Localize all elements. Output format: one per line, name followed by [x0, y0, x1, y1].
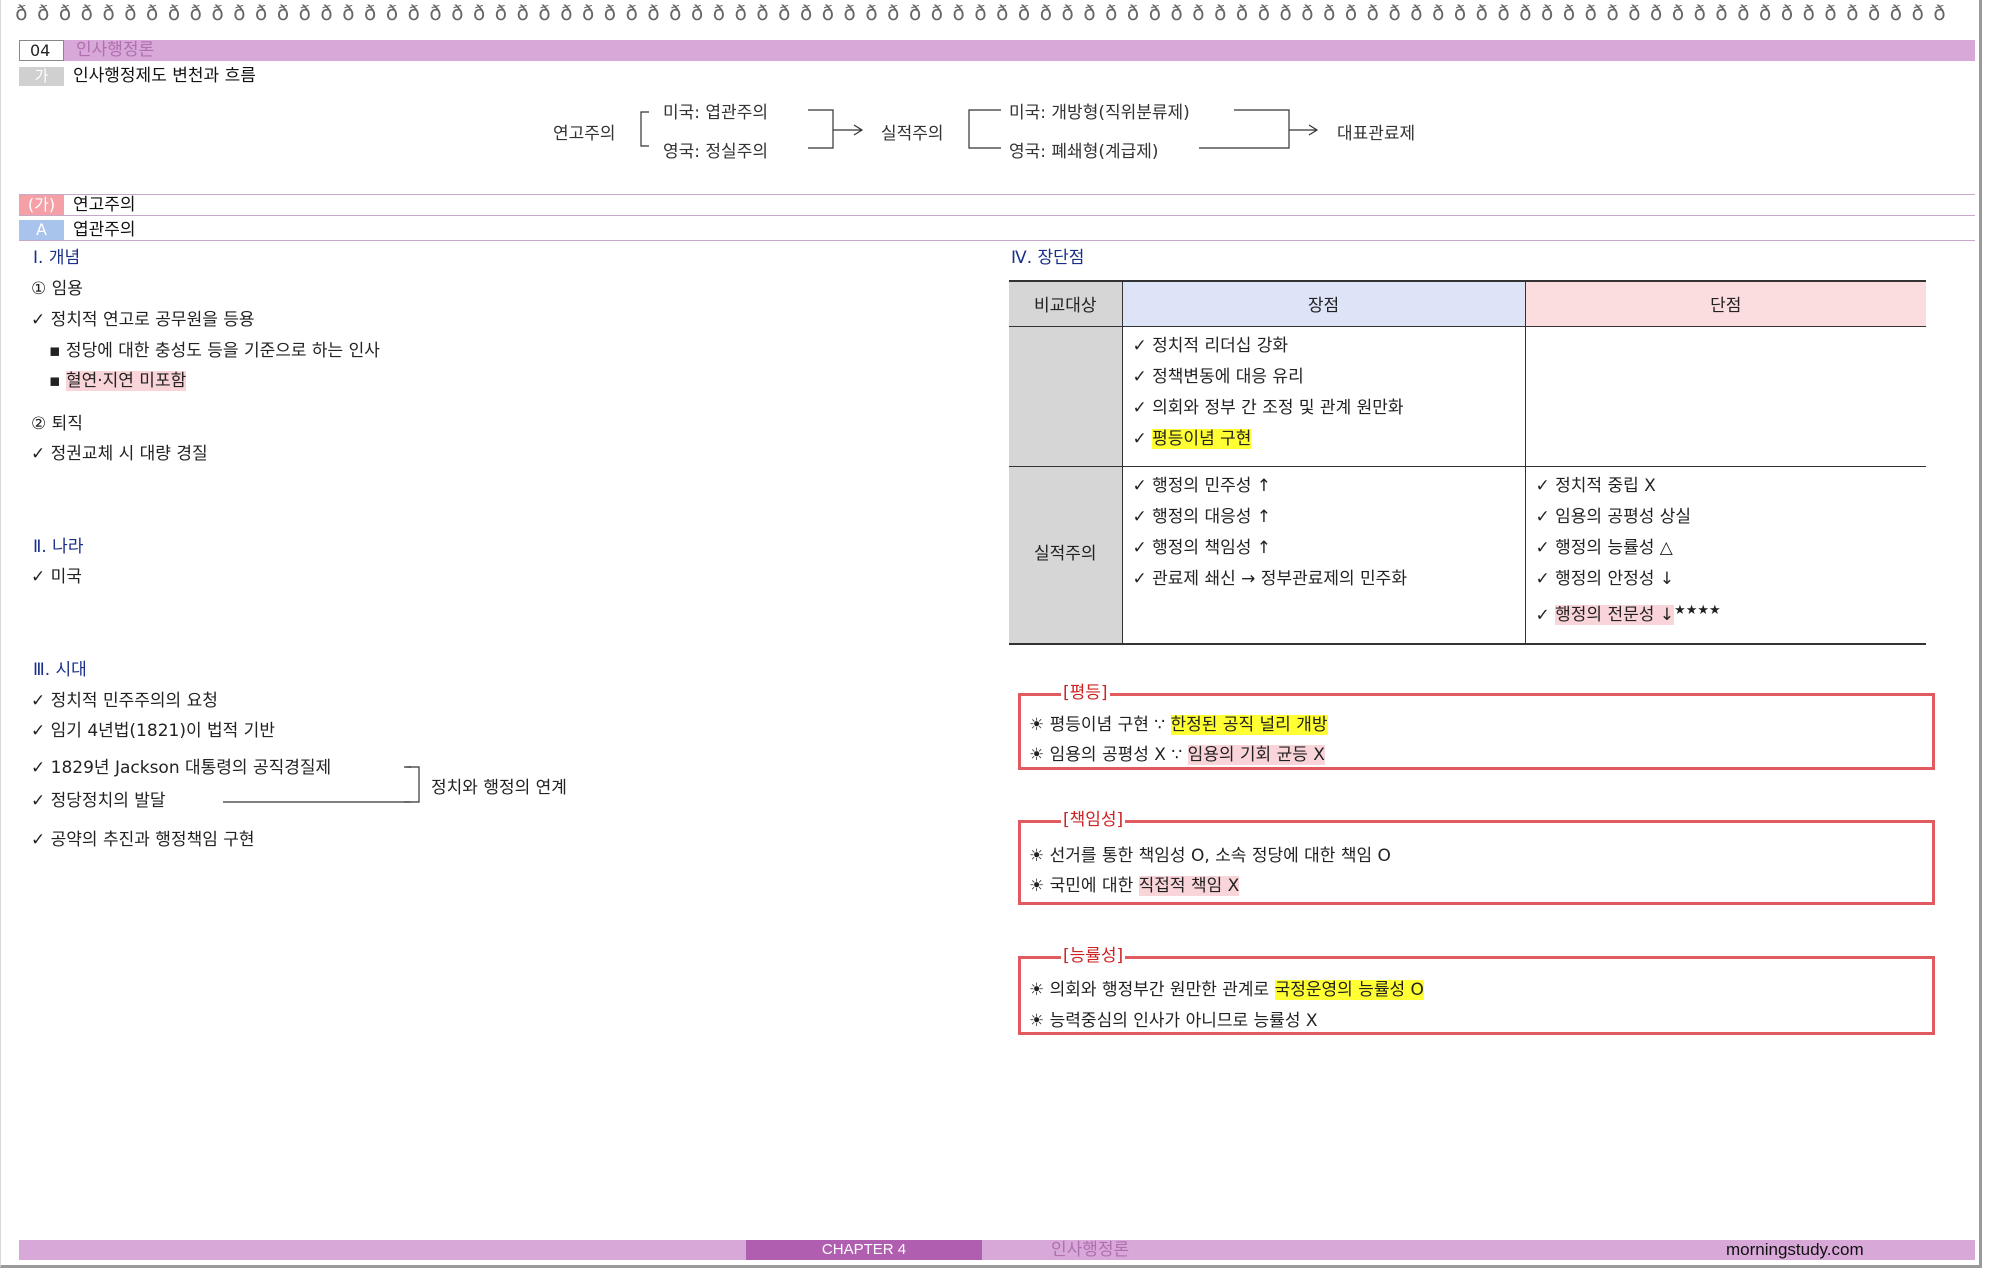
- section-title-ka: 연고주의: [73, 195, 136, 215]
- section-tag-ka: (가): [19, 195, 64, 215]
- list-item: ✓ 행정의 민주성 ↑: [1132, 475, 1272, 496]
- highlighted-text: 혈연·지연 미포함: [65, 371, 187, 391]
- pros-cons-table: 비교대상 장점 단점 ✓ 정치적 리더십 강화 ✓ 정책변동에 대응 유리 ✓ …: [1009, 280, 1926, 645]
- flow-representative: 대표관료제: [1337, 124, 1416, 144]
- table-row: 실적주의 ✓ 행정의 민주성 ↑ ✓ 행정의 대응성 ↑ ✓ 행정의 책임성 ↑…: [1009, 466, 1926, 645]
- note-box-title: [능률성]: [1061, 945, 1126, 967]
- pros-cons-heading: Ⅳ. 장단점: [1011, 248, 1085, 268]
- divider: [19, 194, 1975, 195]
- flow-us-open: 미국: 개방형(직위분류제): [1009, 103, 1190, 123]
- note-text: ☀ 임용의 공평성 X ∵: [1029, 745, 1188, 765]
- list-item: ✓ 관료제 쇄신 → 정부관료제의 민주화: [1132, 568, 1407, 589]
- list-item: ✓ 평등이념 구현: [1133, 424, 1515, 455]
- page: ðððððððððððððððððððððððððððððððððððððððð…: [0, 0, 1982, 1268]
- highlighted-text: 직접적 책임 X: [1138, 876, 1240, 896]
- era-heading: Ⅲ. 시대: [33, 660, 87, 680]
- footer-title: 인사행정론: [1051, 1240, 1130, 1260]
- highlighted-text: 평등이념 구현: [1152, 428, 1252, 449]
- country-heading: Ⅱ. 나라: [33, 537, 84, 557]
- retirement-heading: ② 퇴직: [31, 414, 83, 434]
- highlighted-text: 한정된 공직 널리 개방: [1170, 715, 1328, 735]
- era-bracket: [223, 766, 411, 803]
- list-item: ✓ 행정의 전문성 ↓★★★★: [1536, 595, 1917, 632]
- check: ✓: [1535, 605, 1556, 626]
- highlighted-text: 국정운영의 능률성 O: [1274, 980, 1424, 1000]
- list-item: ✓ 의회와 정부 간 조정 및 관계 원만화: [1132, 397, 1404, 418]
- retirement-item: ✓ 정권교체 시 대량 경질: [31, 444, 208, 464]
- flow-us-patronage: 미국: 엽관주의: [663, 103, 768, 123]
- appointment-heading: ① 임용: [31, 279, 83, 299]
- list-item: ✓ 행정의 안정성 ↓: [1535, 568, 1675, 589]
- list-item: ✓ 행정의 책임성 ↑: [1132, 537, 1272, 558]
- highlighted-text: 임용의 기회 균등 X: [1187, 745, 1325, 765]
- note-line: ☀ 의회와 행정부간 원만한 관계로 국정운영의 능률성 O: [1029, 979, 1424, 1001]
- list-item: ✓ 정치적 중립 X: [1535, 475, 1656, 496]
- era-item: ✓ 임기 4년법(1821)이 법적 기반: [31, 721, 275, 741]
- note-line: ☀ 평등이념 구현 ∵ 한정된 공직 널리 개방: [1029, 714, 1328, 736]
- note-box-title: [책임성]: [1061, 809, 1126, 831]
- star-rating: ★★★★: [1674, 602, 1721, 618]
- flow-connectors: [640, 109, 1319, 149]
- col-header-cons: 단점: [1525, 280, 1926, 327]
- divider: [19, 240, 1975, 241]
- note-line: ☀ 선거를 통한 책임성 O, 소속 정당에 대한 책임 O: [1029, 846, 1391, 866]
- note-box-efficiency: [능률성] ☀ 의회와 행정부간 원만한 관계로 국정운영의 능률성 O ☀ 능…: [1018, 945, 1935, 1035]
- note-text: ☀ 의회와 행정부간 원만한 관계로: [1029, 980, 1275, 1000]
- row-label: 실적주의: [1009, 466, 1123, 645]
- country-item: ✓ 미국: [31, 567, 82, 587]
- appointment-subitem: ▪ 혈연·지연 미포함: [49, 370, 187, 392]
- cons-cell: ✓ 정치적 중립 X ✓ 임용의 공평성 상실 ✓ 행정의 능률성 △ ✓ 행정…: [1525, 466, 1926, 645]
- flow-uk-closed: 영국: 폐쇄형(계급제): [1009, 142, 1159, 162]
- note-text: ☀ 평등이념 구현 ∵: [1029, 715, 1171, 735]
- era-item: ✓ 정치적 민주주의의 요청: [31, 691, 218, 711]
- note-line: ☀ 임용의 공평성 X ∵ 임용의 기회 균등 X: [1029, 744, 1325, 766]
- note-box-equality: [평등] ☀ 평등이념 구현 ∵ 한정된 공직 널리 개방 ☀ 임용의 공평성 …: [1018, 682, 1935, 770]
- list-item: ✓ 임용의 공평성 상실: [1535, 506, 1692, 527]
- flow-merit: 실적주의: [881, 124, 944, 144]
- list-item: ✓ 행정의 대응성 ↑: [1132, 506, 1272, 527]
- list-item: ✓ 행정의 능률성 △: [1535, 537, 1673, 558]
- note-box-responsibility: [책임성] ☀ 선거를 통한 책임성 O, 소속 정당에 대한 책임 O ☀ 국…: [1018, 809, 1935, 905]
- appointment-subitem: ▪ 정당에 대한 충성도 등을 기준으로 하는 인사: [49, 341, 380, 361]
- pros-cell: ✓ 정치적 리더십 강화 ✓ 정책변동에 대응 유리 ✓ 의회와 정부 간 조정…: [1122, 326, 1526, 467]
- section-tag-a: A: [19, 220, 64, 240]
- era-link-label: 정치와 행정의 연계: [431, 778, 567, 798]
- pros-cell: ✓ 행정의 민주성 ↑ ✓ 행정의 대응성 ↑ ✓ 행정의 책임성 ↑ ✓ 관료…: [1122, 466, 1526, 645]
- bullet: ▪: [49, 371, 66, 391]
- footer-bar: [19, 1240, 1975, 1260]
- col-header-subject: 비교대상: [1009, 280, 1123, 327]
- table-row: ✓ 정치적 리더십 강화 ✓ 정책변동에 대응 유리 ✓ 의회와 정부 간 조정…: [1009, 326, 1926, 467]
- list-item: ✓ 정책변동에 대응 유리: [1132, 366, 1304, 387]
- footer-site: morningstudy.com: [1726, 1240, 1864, 1259]
- highlighted-text: 행정의 전문성 ↓: [1555, 605, 1675, 626]
- footer-chapter: CHAPTER 4: [746, 1240, 982, 1260]
- note-box-title: [평등]: [1061, 682, 1110, 704]
- divider: [19, 215, 1975, 216]
- list-item: ✓ 정치적 리더십 강화: [1132, 335, 1289, 356]
- appointment-item: ✓ 정치적 연고로 공무원을 등용: [31, 310, 255, 330]
- era-item: ✓ 공약의 추진과 행정책임 구현: [31, 830, 255, 850]
- note-line: ☀ 능력중심의 인사가 아니므로 능률성 X: [1029, 1011, 1318, 1031]
- era-item: ✓ 정당정치의 발달: [31, 791, 166, 811]
- check: ✓: [1132, 428, 1153, 449]
- concept-heading: Ⅰ. 개념: [33, 248, 81, 268]
- note-text: ☀ 국민에 대한: [1029, 876, 1139, 896]
- cons-cell: [1525, 326, 1926, 467]
- flow-root: 연고주의: [553, 124, 616, 144]
- note-line: ☀ 국민에 대한 직접적 책임 X: [1029, 875, 1240, 897]
- era-bracket-end: [404, 766, 420, 803]
- row-label: [1009, 326, 1123, 467]
- section-title-a: 엽관주의: [73, 220, 136, 240]
- col-header-pros: 장점: [1122, 280, 1526, 327]
- flow-uk-patronage: 영국: 정실주의: [663, 142, 768, 162]
